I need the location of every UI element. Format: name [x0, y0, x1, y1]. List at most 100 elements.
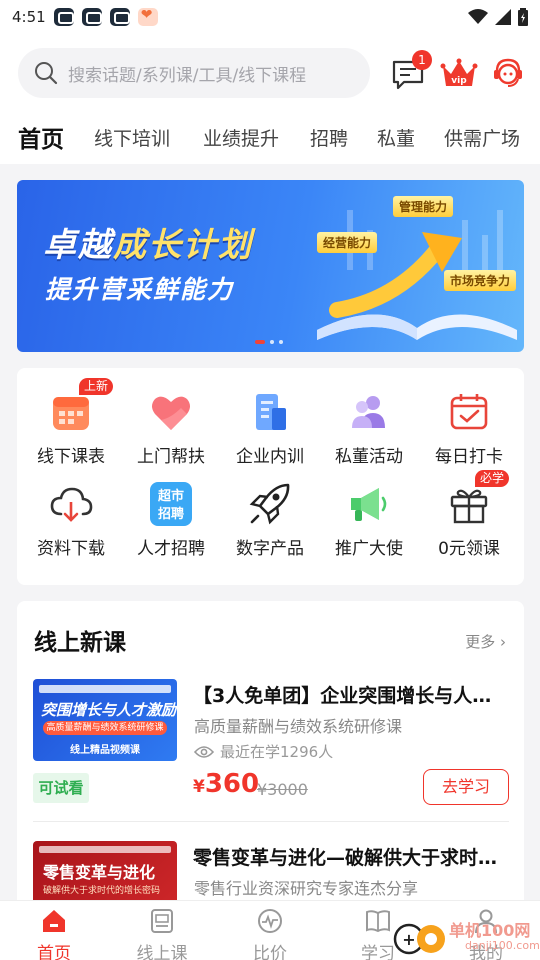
carousel-indicator: [255, 340, 283, 344]
search-placeholder: 搜索话题/系列课/工具/线下课程: [68, 65, 307, 86]
notification-app-icon: [109, 8, 130, 26]
go-study-button[interactable]: 去学习: [423, 769, 509, 805]
category-tabs: 首页 线下培训 业绩提升 招聘 私董 供需广场: [0, 120, 540, 160]
carousel-dot: [279, 340, 283, 344]
banner-tag: 市场竞争力: [444, 270, 517, 291]
course-thumbnail: 突围增长与人才激励 高质量薪酬与绩效系统研修课 线上精品视频课: [33, 679, 177, 761]
message-button[interactable]: 1: [390, 50, 432, 92]
wifi-icon: [468, 9, 488, 24]
course-title: 【3人免单团】企业突围增长与人才激励: [193, 685, 509, 707]
calendar-icon: [53, 397, 89, 430]
new-courses-section: 线上新课 更多 › 突围增长与人才激励 高质量薪酬与绩效系统研修课 线上精品视频…: [17, 601, 524, 921]
must-learn-badge: 必学: [475, 470, 510, 487]
people-icon: [352, 396, 385, 428]
course-views: 最近在学1296人: [194, 741, 333, 762]
grid-item-downloads[interactable]: 资料下载: [21, 480, 121, 559]
nav-home[interactable]: 首页: [14, 907, 94, 960]
thumb-title: 突围增长与人才激励: [41, 701, 177, 719]
grid-label: 私董活动: [335, 447, 403, 467]
nav-label: 线上课: [136, 944, 188, 960]
customer-service-icon: [494, 58, 522, 87]
course-item[interactable]: 突围增长与人才激励 高质量薪酬与绩效系统研修课 线上精品视频课 【3人免单团】企…: [33, 679, 509, 809]
megaphone-icon: [351, 488, 387, 521]
vip-button[interactable]: vip: [440, 56, 478, 92]
course-title: 零售变革与进化—破解供大于求时代的增长密码: [193, 847, 509, 869]
new-badge: 上新: [79, 378, 114, 395]
grid-item-daily-checkin[interactable]: 每日打卡: [419, 388, 519, 467]
watermark: + 单机100网 danji100.com: [391, 915, 540, 959]
trial-badge[interactable]: 可试看: [33, 773, 89, 803]
status-time: 4:51: [12, 8, 46, 26]
heart-icon: [152, 396, 190, 430]
nav-label: 比价: [253, 944, 287, 960]
course-price: ¥360: [193, 769, 260, 799]
vip-crown-icon: vip: [440, 58, 478, 86]
nav-compare[interactable]: 比价: [230, 907, 310, 960]
banner-subtitle: 提升营采鲜能力: [45, 275, 235, 304]
tab-offline-training[interactable]: 线下培训: [94, 124, 170, 151]
vip-label: vip: [451, 76, 467, 86]
nav-label: 首页: [37, 944, 71, 960]
grid-item-private-board[interactable]: 私董活动: [319, 388, 419, 467]
book-icon: [366, 910, 390, 933]
watermark-subtext: danji100.com: [465, 939, 540, 952]
banner-title: 卓越成长计划: [43, 225, 253, 264]
grid-item-enterprise-training[interactable]: 企业内训: [220, 388, 320, 467]
eye-icon: [194, 745, 214, 758]
carousel-dot-active: [255, 340, 265, 344]
status-bar: 4:51: [0, 0, 540, 34]
rocket-icon: [249, 483, 290, 525]
tab-private-board[interactable]: 私董: [377, 124, 415, 151]
grid-label: 每日打卡: [435, 447, 503, 467]
gift-icon: [450, 489, 488, 524]
grid-item-free-course[interactable]: 必学 0元领课: [419, 470, 519, 559]
notification-app-icon: [53, 8, 74, 26]
tab-performance[interactable]: 业绩提升: [203, 124, 279, 151]
thumb-subtitle: 破解供大于求时代的增长密码: [43, 886, 161, 896]
banner-tag: 经营能力: [317, 232, 378, 253]
tab-supply-demand[interactable]: 供需广场: [444, 124, 520, 151]
svg-text:+: +: [402, 930, 415, 949]
nav-online-course[interactable]: 线上课: [122, 907, 202, 960]
grid-item-recruitment[interactable]: 超市 招聘 人才招聘: [121, 480, 221, 559]
views-text: 最近在学1296人: [220, 743, 334, 761]
checkin-calendar-icon: [450, 394, 488, 430]
search-icon: [35, 62, 58, 85]
grid-item-digital-products[interactable]: 数字产品: [220, 480, 320, 559]
course-subtitle: 零售行业资深研究专家连杰分享: [194, 879, 419, 898]
banner-tag: 管理能力: [393, 196, 454, 217]
svg-text:超市: 超市: [158, 488, 184, 504]
thumb-title: 零售变革与进化: [43, 863, 156, 882]
battery-icon: [518, 8, 528, 26]
grid-label: 线下课表: [37, 447, 105, 467]
promo-banner[interactable]: 卓越成长计划 提升营采鲜能力 管理能力 经营能力 市场竞争力: [17, 180, 524, 352]
tab-recruitment[interactable]: 招聘: [310, 124, 348, 151]
search-bar[interactable]: 搜索话题/系列课/工具/线下课程: [18, 48, 370, 98]
grid-item-offline-schedule[interactable]: 上新 线下课表: [21, 378, 121, 467]
svg-text:招聘: 招聘: [158, 506, 184, 522]
status-indicators: [468, 8, 528, 26]
header: 搜索话题/系列课/工具/线下课程 1 vip 首页 线下培训 业绩提升 招聘 私…: [0, 34, 540, 164]
divider: [33, 821, 509, 822]
course-icon: [151, 909, 173, 933]
grid-label: 人才招聘: [137, 539, 205, 559]
grid-label: 数字产品: [236, 539, 304, 559]
customer-service-button[interactable]: [490, 56, 526, 92]
more-link[interactable]: 更多 ›: [465, 631, 506, 652]
cloud-download-icon: [50, 487, 93, 522]
chevron-right-icon: ›: [500, 633, 506, 651]
course-subtitle: 高质量薪酬与绩效系统研修课: [194, 717, 403, 736]
thumb-caption: 线上精品视频课: [70, 745, 140, 756]
original-price: ¥3000: [257, 780, 308, 799]
tab-home[interactable]: 首页: [18, 120, 64, 154]
grid-item-promoter[interactable]: 推广大使: [319, 480, 419, 559]
grid-label: 0元领课: [438, 539, 500, 559]
message-badge: 1: [412, 50, 432, 70]
building-icon: [256, 394, 286, 430]
grid-label: 推广大使: [335, 539, 403, 559]
notification-app-icon: [81, 8, 102, 26]
watermark-text: 单机100网: [449, 921, 531, 940]
recruit-icon: 超市招聘: [150, 482, 192, 526]
grid-label: 企业内训: [236, 447, 304, 467]
grid-item-onsite-help[interactable]: 上门帮扶: [121, 388, 221, 467]
